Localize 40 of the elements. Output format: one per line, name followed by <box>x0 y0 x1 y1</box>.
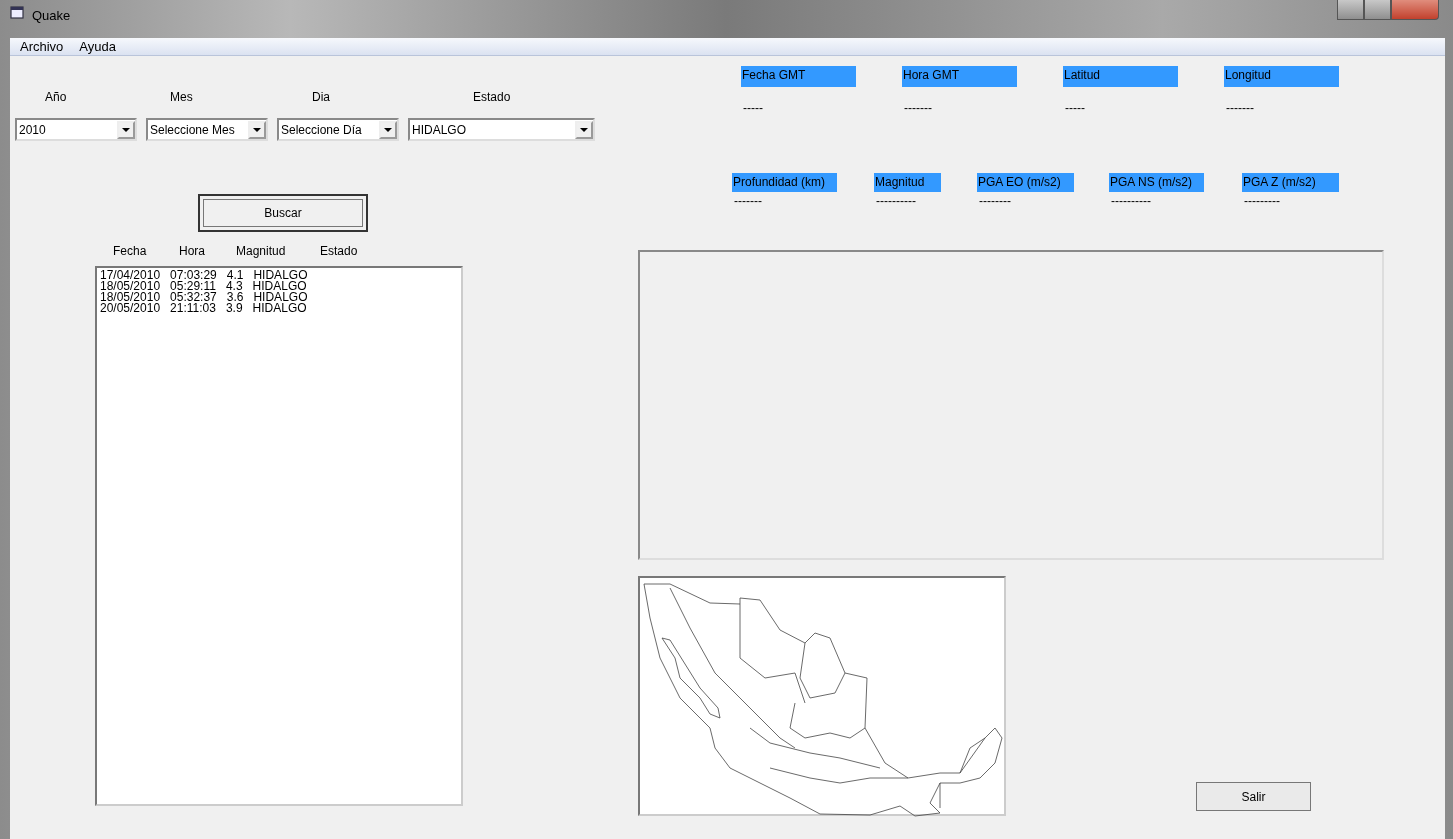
field-value: ----- <box>1064 100 1086 117</box>
menu-item[interactable]: Archivo <box>20 36 64 57</box>
field-label: Profundidad (km) <box>732 173 837 192</box>
field-label: PGA Z (m/s2) <box>1242 173 1339 192</box>
field-label: Hora GMT <box>902 66 1017 87</box>
field-label: PGA EO (m/s2) <box>977 173 1074 192</box>
field-value: --------- <box>1243 193 1281 210</box>
dropdown[interactable]: 2010 <box>15 118 137 141</box>
field-value: ---------- <box>1110 193 1152 210</box>
dropdown[interactable]: Seleccione Día <box>277 118 399 141</box>
dropdown[interactable]: HIDALGO <box>408 118 595 141</box>
list-item[interactable]: 18/05/2010 05:29:11 4.3 HIDALGO <box>100 281 458 292</box>
field-value: ------- <box>733 193 763 210</box>
field-label: Longitud <box>1224 66 1339 87</box>
field-label: Mes <box>170 89 194 106</box>
field-value: ---------- <box>875 193 917 210</box>
field-label: Latitud <box>1063 66 1178 87</box>
field-value: ------- <box>1225 100 1255 117</box>
column-header: Estado <box>320 243 359 260</box>
field-value: -------- <box>978 193 1012 210</box>
dropdown[interactable]: Seleccione Mes <box>146 118 268 141</box>
field-label: PGA NS (m/s2) <box>1109 173 1204 192</box>
list-item[interactable]: 17/04/2010 07:03:29 4.1 HIDALGO <box>100 270 458 281</box>
column-header: Fecha <box>113 243 148 260</box>
list-item[interactable]: 18/05/2010 05:32:37 3.6 HIDALGO <box>100 292 458 303</box>
results-list[interactable]: 17/04/2010 07:03:29 4.1 HIDALGO 18/05/2010 05:29:11 4.3 HIDALGO 18/05/2010 05:32:37 3.6 HIDALGO 20/05/2010 21:11:03 3.9 HIDALGO <box>95 266 463 806</box>
field-label: Dia <box>312 89 331 106</box>
field-label: Fecha GMT <box>741 66 856 87</box>
exit-button[interactable]: Salir <box>1196 782 1311 811</box>
column-header: Hora <box>179 243 206 260</box>
field-label: Magnitud <box>874 173 941 192</box>
field-label: Año <box>45 89 68 106</box>
list-item[interactable]: 20/05/2010 21:11:03 3.9 HIDALGO <box>100 303 458 314</box>
field-value: ----- <box>742 100 764 117</box>
window-title: Quake <box>32 7 71 25</box>
field-label: Estado <box>473 89 512 106</box>
field-value: ------- <box>903 100 933 117</box>
menu-item[interactable]: Ayuda <box>79 36 116 57</box>
column-header: Magnitud <box>236 243 287 260</box>
search-button[interactable]: Buscar <box>198 194 368 232</box>
